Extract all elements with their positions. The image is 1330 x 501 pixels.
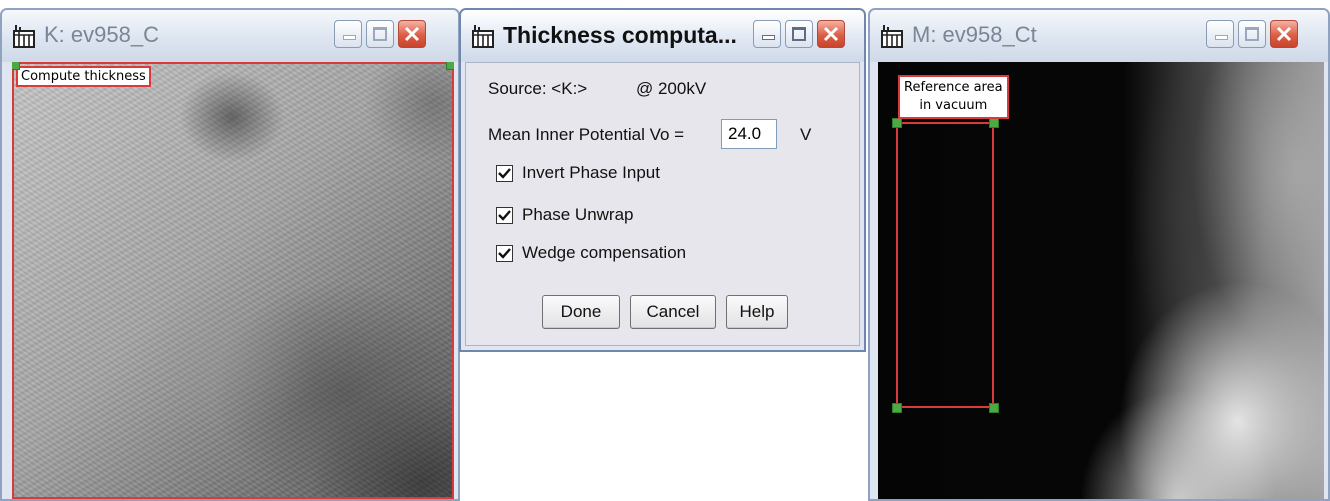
maximize-button[interactable]	[1238, 20, 1266, 48]
invert-phase-checkbox[interactable]	[496, 165, 513, 182]
minimize-button[interactable]	[753, 20, 781, 48]
roi-handle[interactable]	[892, 118, 902, 128]
window-title: Thickness computa...	[503, 22, 737, 48]
minimize-icon	[762, 35, 775, 40]
checkmark-icon	[498, 168, 511, 179]
roi-handle[interactable]	[12, 62, 20, 70]
app-window-icon	[13, 25, 35, 48]
checkmark-icon	[498, 210, 511, 221]
done-button[interactable]: Done	[542, 295, 620, 329]
reference-label-line2: in vacuum	[919, 98, 988, 113]
maximize-icon	[373, 27, 387, 41]
roi-label: Compute thickness	[16, 66, 151, 87]
roi-handle[interactable]	[989, 403, 999, 413]
image-canvas[interactable]: Reference area in vacuum	[878, 62, 1324, 499]
maximize-icon	[792, 27, 806, 41]
help-button[interactable]: Help	[726, 295, 788, 329]
minimize-icon	[1215, 35, 1228, 40]
mip-label: Mean Inner Potential Vo =	[488, 125, 685, 144]
minimize-icon	[343, 35, 356, 40]
wedge-compensation-label: Wedge compensation	[522, 243, 687, 262]
phase-unwrap-checkbox[interactable]	[496, 207, 513, 224]
roi-rectangle[interactable]	[12, 62, 454, 499]
maximize-icon	[1245, 27, 1259, 41]
mip-unit: V	[800, 125, 812, 144]
voltage-label: @ 200kV	[636, 79, 707, 98]
close-icon	[1276, 26, 1292, 42]
reference-label-line1: Reference area	[904, 80, 1003, 95]
close-button[interactable]	[1270, 20, 1298, 48]
close-icon	[404, 26, 420, 42]
wedge-compensation-checkbox[interactable]	[496, 245, 513, 262]
dialog-body: Source: <K:> @ 200kV Mean Inner Potentia…	[465, 62, 860, 346]
checkmark-icon	[498, 248, 511, 259]
image-window-k[interactable]: K: ev958_C Compute thickness	[0, 8, 460, 501]
cancel-button[interactable]: Cancel	[630, 295, 716, 329]
title-bar[interactable]: M: ev958_Ct	[870, 10, 1328, 62]
title-bar[interactable]: Thickness computa...	[461, 10, 864, 62]
roi-handle[interactable]	[446, 62, 454, 70]
roi-handle[interactable]	[892, 403, 902, 413]
window-title: K: ev958_C	[44, 22, 159, 47]
app-window-icon	[881, 25, 903, 48]
close-button[interactable]	[398, 20, 426, 48]
invert-phase-label: Invert Phase Input	[522, 163, 660, 182]
close-button[interactable]	[817, 20, 845, 48]
phase-unwrap-label: Phase Unwrap	[522, 205, 634, 224]
window-title: M: ev958_Ct	[912, 22, 1037, 47]
image-canvas[interactable]: Compute thickness	[12, 62, 454, 499]
reference-area-label: Reference area in vacuum	[898, 75, 1009, 119]
thickness-dialog[interactable]: Thickness computa... Source: <K:> @ 200k…	[459, 8, 866, 352]
maximize-button[interactable]	[785, 20, 813, 48]
minimize-button[interactable]	[334, 20, 362, 48]
image-window-m[interactable]: M: ev958_Ct Reference area in vacuum	[868, 8, 1330, 501]
reference-area-rectangle[interactable]	[896, 122, 994, 408]
source-label: Source: <K:>	[488, 79, 588, 98]
app-window-icon	[472, 25, 494, 48]
maximize-button[interactable]	[366, 20, 394, 48]
close-icon	[823, 26, 839, 42]
mip-input[interactable]: 24.0	[721, 119, 777, 149]
title-bar[interactable]: K: ev958_C	[2, 10, 458, 62]
minimize-button[interactable]	[1206, 20, 1234, 48]
roi-handle[interactable]	[989, 118, 999, 128]
